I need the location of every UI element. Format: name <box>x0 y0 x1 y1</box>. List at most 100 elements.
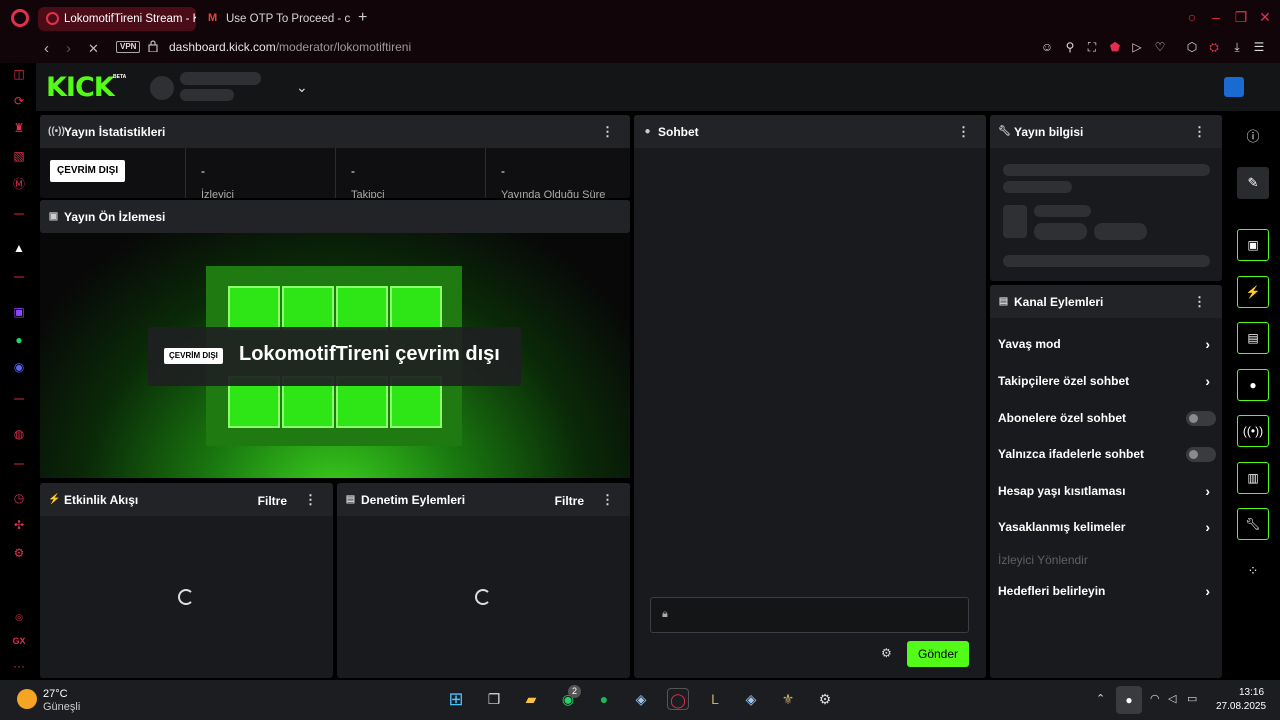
clock-date[interactable]: 27.08.2025 <box>1216 701 1266 712</box>
broadcast-toggle-icon[interactable]: ((•)) <box>1237 415 1269 447</box>
chevron-up-icon[interactable]: ⌃ <box>1096 692 1105 705</box>
volume-icon[interactable]: ◁ <box>1168 692 1176 705</box>
panel-title: Yayın bilgisi <box>1014 124 1084 139</box>
cpu-icon[interactable]: ♜ <box>11 120 27 136</box>
followers-only-row[interactable]: Takipçilere özel sohbet › <box>998 371 1216 391</box>
stream-info-toggle-icon[interactable]: 🔧︎ <box>1237 508 1269 540</box>
maximize-icon[interactable]: ❐ <box>1233 9 1249 25</box>
moderation-toggle-icon[interactable]: ▤ <box>1237 322 1269 354</box>
avatar[interactable] <box>1224 77 1244 97</box>
aria-icon[interactable]: ▲ <box>11 240 27 256</box>
discord-icon[interactable]: ◉ <box>11 359 27 375</box>
windows-start-icon[interactable]: ⊞ <box>445 688 467 710</box>
search-icon[interactable]: ○ <box>1184 9 1200 25</box>
microphone-icon[interactable]: ● <box>1116 686 1142 714</box>
url-field[interactable]: dashboard.kick.com/moderator/lokomotifti… <box>169 40 411 54</box>
task-view-icon[interactable]: ❐ <box>483 688 505 710</box>
sidebar-divider <box>14 398 24 400</box>
set-targets-row[interactable]: Hedefleri belirleyin › <box>998 581 1216 601</box>
subscribers-only-toggle[interactable] <box>1186 411 1216 426</box>
filter-button[interactable]: Filtre <box>555 494 584 508</box>
more-vertical-icon[interactable]: ⋮ <box>601 125 614 138</box>
account-age-row[interactable]: Hesap yaşı kısıtlaması › <box>998 481 1216 501</box>
wifi-icon[interactable]: ◠ <box>1150 692 1160 705</box>
twitch-stripe-icon[interactable]: ▧ <box>11 148 27 164</box>
minimize-icon[interactable]: – <box>1208 9 1224 25</box>
player-icon[interactable]: ▷ <box>1129 39 1145 55</box>
gx-icon[interactable]: GX <box>11 633 27 649</box>
m-icon[interactable]: Ⓜ <box>11 176 27 192</box>
panel-title: Yayın Ön İzlemesi <box>64 209 166 224</box>
battery-icon[interactable]: ▭ <box>1187 692 1197 705</box>
heart-icon[interactable]: ♡ <box>1152 39 1168 55</box>
edit-icon[interactable]: ✎ <box>1237 167 1269 199</box>
tab-title: Use OTP To Proceed - cim <box>226 13 350 25</box>
league-icon[interactable]: L <box>704 688 726 710</box>
snapshot-icon[interactable]: ⛶ <box>1084 39 1100 55</box>
forward-icon[interactable]: › <box>66 40 71 58</box>
profile-icon[interactable]: ⛭ <box>1206 39 1222 55</box>
clock-icon[interactable]: ◷ <box>11 490 27 506</box>
chat-input[interactable]: 🔒︎ <box>650 597 969 633</box>
emotes-only-toggle[interactable] <box>1186 447 1216 462</box>
weather-text[interactable]: Güneşli <box>43 701 80 713</box>
weather-icon[interactable] <box>17 689 37 709</box>
more-apps-icon[interactable]: ⁘ <box>1237 555 1269 587</box>
slow-mode-row[interactable]: Yavaş mod › <box>998 334 1216 354</box>
back-icon[interactable]: ‹ <box>44 40 49 58</box>
steam-icon[interactable]: ◈ <box>630 688 652 710</box>
emoji-icon[interactable]: ☺ <box>1039 39 1055 55</box>
gamepad-icon[interactable]: ◫ <box>11 66 27 82</box>
send-button[interactable]: Gönder <box>907 641 969 667</box>
menu-icon[interactable]: ☰ <box>1251 39 1267 55</box>
stream-preview-panel: ▣ Yayın Ön İzlemesi <box>40 200 630 233</box>
puzzle-icon[interactable]: ✣ <box>11 517 27 533</box>
banned-words-row[interactable]: Yasaklanmış kelimeler › <box>998 517 1216 537</box>
temperature[interactable]: 27°C <box>43 688 68 700</box>
twitch-icon[interactable]: ▣ <box>11 304 27 320</box>
info-icon[interactable]: ⓘ <box>1237 121 1269 153</box>
lock-icon[interactable] <box>148 40 158 52</box>
app-icon[interactable]: ⚙ <box>814 688 836 710</box>
whatsapp-icon[interactable]: ● <box>11 332 27 348</box>
panel-header: ● Sohbet ⋮ <box>634 115 986 148</box>
extensions-icon[interactable]: ⬡ <box>1184 39 1200 55</box>
riot-icon[interactable]: ⚜ <box>777 688 799 710</box>
chat-settings-icon[interactable]: ⚙ <box>881 646 892 660</box>
chat-toggle-icon[interactable]: ● <box>1237 369 1269 401</box>
vpn-badge[interactable]: VPN <box>116 41 141 53</box>
new-tab-icon[interactable]: + <box>358 9 367 27</box>
spotify-icon[interactable]: ● <box>593 688 615 710</box>
more-vertical-icon[interactable]: ⋮ <box>304 493 317 506</box>
more-icon[interactable]: ··· <box>11 658 27 674</box>
file-explorer-icon[interactable]: ▰ <box>520 688 542 710</box>
kick-logo[interactable]: KICK <box>46 73 115 103</box>
more-vertical-icon[interactable]: ⋮ <box>1193 125 1206 138</box>
download-icon[interactable]: ⤓ <box>1229 39 1245 55</box>
steam-alt-icon[interactable]: ◈ <box>740 688 762 710</box>
chevron-down-icon[interactable]: ⌄ <box>296 79 308 96</box>
gmail-favicon-icon: M <box>208 12 218 24</box>
spotify-icon[interactable]: ◍ <box>11 426 27 442</box>
settings-icon[interactable]: ⚙ <box>11 545 27 561</box>
row-label: Hesap yaşı kısıtlaması <box>998 484 1126 498</box>
close-icon[interactable]: ✕ <box>1257 9 1273 25</box>
clock-time[interactable]: 13:16 <box>1239 687 1264 698</box>
opera-logo-icon[interactable] <box>11 9 29 27</box>
reload-stop-icon[interactable]: ✕ <box>88 40 99 58</box>
tab-otp[interactable]: M Use OTP To Proceed - cim <box>200 7 350 31</box>
more-vertical-icon[interactable]: ⋮ <box>601 493 614 506</box>
tab-kick-stream[interactable]: LokomotifTireni Stream - K <box>38 7 196 31</box>
opera-gx-icon[interactable]: ◯ <box>667 688 689 710</box>
filter-button[interactable]: Filtre <box>258 494 287 508</box>
channel-actions-toggle-icon[interactable]: ▥ <box>1237 462 1269 494</box>
more-vertical-icon[interactable]: ⋮ <box>957 125 970 138</box>
opera-gx-small-icon[interactable]: ◎ <box>11 609 27 625</box>
history-icon[interactable]: ⟳ <box>11 93 27 109</box>
adblock-icon[interactable]: ⬟ <box>1107 39 1123 55</box>
pin-icon[interactable]: ⚲ <box>1062 39 1078 55</box>
more-vertical-icon[interactable]: ⋮ <box>1193 295 1206 308</box>
activity-toggle-icon[interactable]: ⚡ <box>1237 276 1269 308</box>
preview-toggle-icon[interactable]: ▣ <box>1237 229 1269 261</box>
moderation-actions-panel: ▤ Denetim Eylemleri Filtre ⋮ <box>337 483 630 678</box>
